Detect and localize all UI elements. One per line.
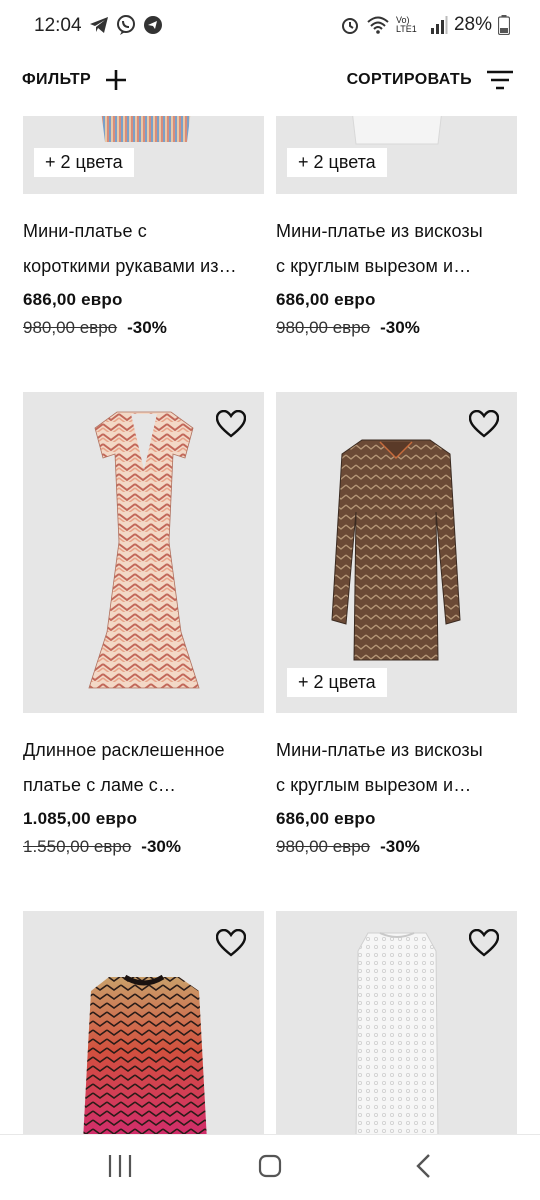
dress-image — [88, 411, 200, 689]
home-icon[interactable] — [258, 1153, 282, 1179]
product-image[interactable]: + 2 цвета — [276, 392, 517, 713]
product-title[interactable]: Мини-платье из вискозы с круглым вырезом… — [276, 214, 517, 284]
old-price: 980,00 евро — [23, 318, 118, 337]
product-price: 686,00 евро — [276, 809, 376, 828]
back-icon[interactable] — [412, 1153, 436, 1179]
product-card[interactable] — [23, 911, 264, 1134]
old-price: 980,00 евро — [276, 837, 371, 856]
more-colors-tag[interactable]: + 2 цвета — [287, 148, 387, 177]
product-card[interactable]: + 2 цвета Мини-платье из вискозы с кругл… — [276, 392, 517, 857]
more-colors-tag[interactable]: + 2 цвета — [287, 668, 387, 697]
product-price: 1.085,00 евро — [23, 809, 138, 828]
filter-label: ФИЛЬТР — [22, 71, 92, 88]
old-price-row: 1.550,00 евро -30% — [23, 837, 264, 857]
product-card[interactable]: Длинное расклешенное платье с ламе с… 1.… — [23, 392, 264, 857]
product-title[interactable]: Длинное расклешенное платье с ламе с… — [23, 733, 264, 803]
favorite-heart-icon[interactable] — [216, 929, 246, 957]
discount-badge: -30% — [380, 837, 420, 856]
recent-apps-icon[interactable] — [108, 1153, 132, 1179]
discount-badge: -30% — [141, 837, 181, 856]
old-price-row: 980,00 евро -30% — [23, 318, 264, 338]
product-image[interactable] — [276, 911, 517, 1134]
old-price-row: 980,00 евро -30% — [276, 837, 517, 857]
favorite-heart-icon[interactable] — [469, 929, 499, 957]
favorite-heart-icon[interactable] — [469, 410, 499, 438]
product-price: 686,00 евро — [23, 290, 123, 309]
old-price: 1.550,00 евро — [23, 837, 132, 856]
filter-button[interactable]: ФИЛЬТР — [22, 64, 127, 96]
product-grid[interactable]: + 2 цвета Мини-платье с короткими рукава… — [0, 0, 540, 1134]
discount-badge: -30% — [380, 318, 420, 337]
favorite-heart-icon[interactable] — [216, 410, 246, 438]
sort-label: СОРТИРОВАТЬ — [346, 71, 472, 88]
sort-lines-icon — [487, 70, 513, 90]
dress-image — [331, 439, 461, 661]
discount-badge: -30% — [127, 318, 167, 337]
product-title[interactable]: Мини-платье с короткими рукавами из… — [23, 214, 264, 284]
product-image[interactable] — [23, 911, 264, 1134]
filter-sort-toolbar: ФИЛЬТР СОРТИРОВАТЬ — [0, 52, 540, 116]
sort-button[interactable]: СОРТИРОВАТЬ — [347, 64, 514, 96]
plus-icon — [106, 70, 127, 90]
product-title[interactable]: Мини-платье из вискозы с круглым вырезом… — [276, 733, 517, 803]
old-price: 980,00 евро — [276, 318, 371, 337]
more-colors-tag[interactable]: + 2 цвета — [34, 148, 134, 177]
old-price-row: 980,00 евро -30% — [276, 318, 517, 338]
product-price: 686,00 евро — [276, 290, 376, 309]
product-card[interactable] — [276, 911, 517, 1134]
product-image[interactable] — [23, 392, 264, 713]
system-navigation-bar — [0, 1134, 540, 1200]
